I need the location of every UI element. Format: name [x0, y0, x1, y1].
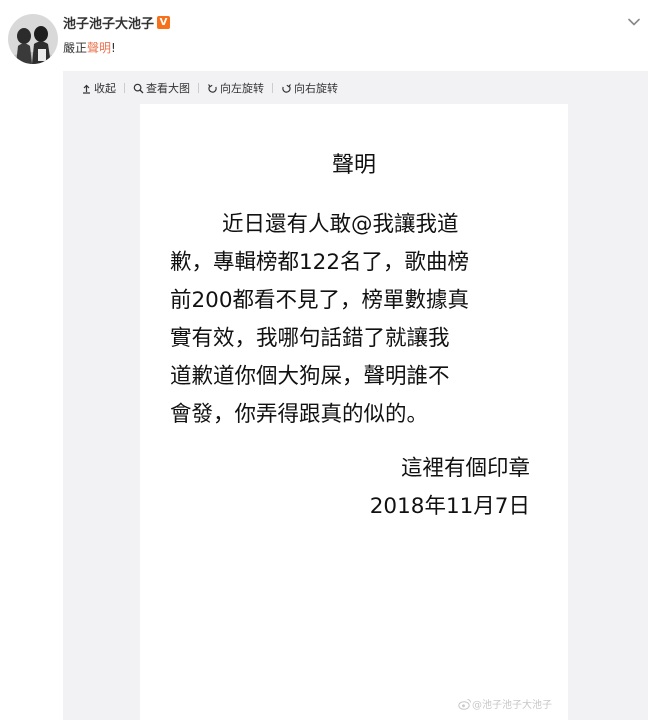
toolbar-divider [124, 83, 125, 93]
username-link[interactable]: 池子池子大池子 [63, 13, 154, 32]
post-text-prefix: 嚴正 [63, 41, 88, 55]
document-seal-line: 這裡有個印章 [400, 456, 530, 481]
document-date: 2018年11月7日 [369, 494, 530, 519]
watermark-text: @池子池子大池子 [472, 700, 552, 711]
chevron-down-icon[interactable] [626, 14, 642, 30]
view-large-label: 查看大图 [146, 82, 190, 95]
document-line: 道歉道你個大狗屎，聲明誰不 [170, 364, 450, 389]
watermark: @池子池子大池子 [458, 696, 552, 711]
collapse-button[interactable]: 收起 [81, 80, 116, 96]
avatar[interactable] [8, 14, 58, 64]
collapse-icon [83, 84, 90, 94]
document-line: 近日還有人敢@我讓我道 [222, 212, 459, 237]
weibo-post: 池子池子大池子 V 嚴正聲明! 收起 查看大图 向左旋转 向右旋转 聲明 近日還… [0, 0, 648, 720]
rotate-left-button[interactable]: 向左旋转 [207, 80, 264, 96]
magnifier-icon [133, 83, 144, 93]
rotate-left-label: 向左旋转 [220, 82, 264, 95]
post-text: 嚴正聲明! [63, 40, 116, 56]
collapse-label: 收起 [94, 82, 116, 95]
image-toolbar: 收起 查看大图 向左旋转 向右旋转 [81, 79, 338, 97]
toolbar-divider [198, 83, 199, 93]
document-title: 聲明 [331, 153, 376, 178]
toolbar-divider [272, 83, 273, 93]
rotate-right-label: 向右旋转 [294, 82, 338, 95]
rotate-right-icon [282, 83, 291, 93]
username-row: 池子池子大池子 V [63, 12, 171, 32]
post-image[interactable]: 聲明 近日還有人敢@我讓我道 歉，專輯榜都122名了，歌曲榜 前200都看不見了… [140, 104, 568, 720]
document-line: 歉，專輯榜都122名了，歌曲榜 [170, 250, 470, 275]
post-text-suffix: ! [111, 41, 116, 55]
avatar-image [8, 14, 58, 64]
rotate-right-button[interactable]: 向右旋转 [281, 80, 338, 96]
view-large-button[interactable]: 查看大图 [133, 80, 190, 96]
rotate-left-icon [208, 83, 217, 93]
document-line: 實有效，我哪句話錯了就讓我 [170, 326, 450, 351]
document-line: 會發，你弄得跟真的似的。 [170, 402, 429, 427]
document-line: 前200都看不見了，榜單數據真 [170, 288, 470, 313]
weibo-icon [458, 698, 471, 710]
verified-badge[interactable]: V [157, 15, 171, 29]
media-panel: 收起 查看大图 向左旋转 向右旋转 聲明 近日還有人敢@我讓我道 歉，專輯榜都1… [63, 71, 648, 720]
document-body: 近日還有人敢@我讓我道 歉，專輯榜都122名了，歌曲榜 前200都看不見了，榜單… [170, 206, 542, 434]
post-text-highlight[interactable]: 聲明 [87, 41, 111, 55]
